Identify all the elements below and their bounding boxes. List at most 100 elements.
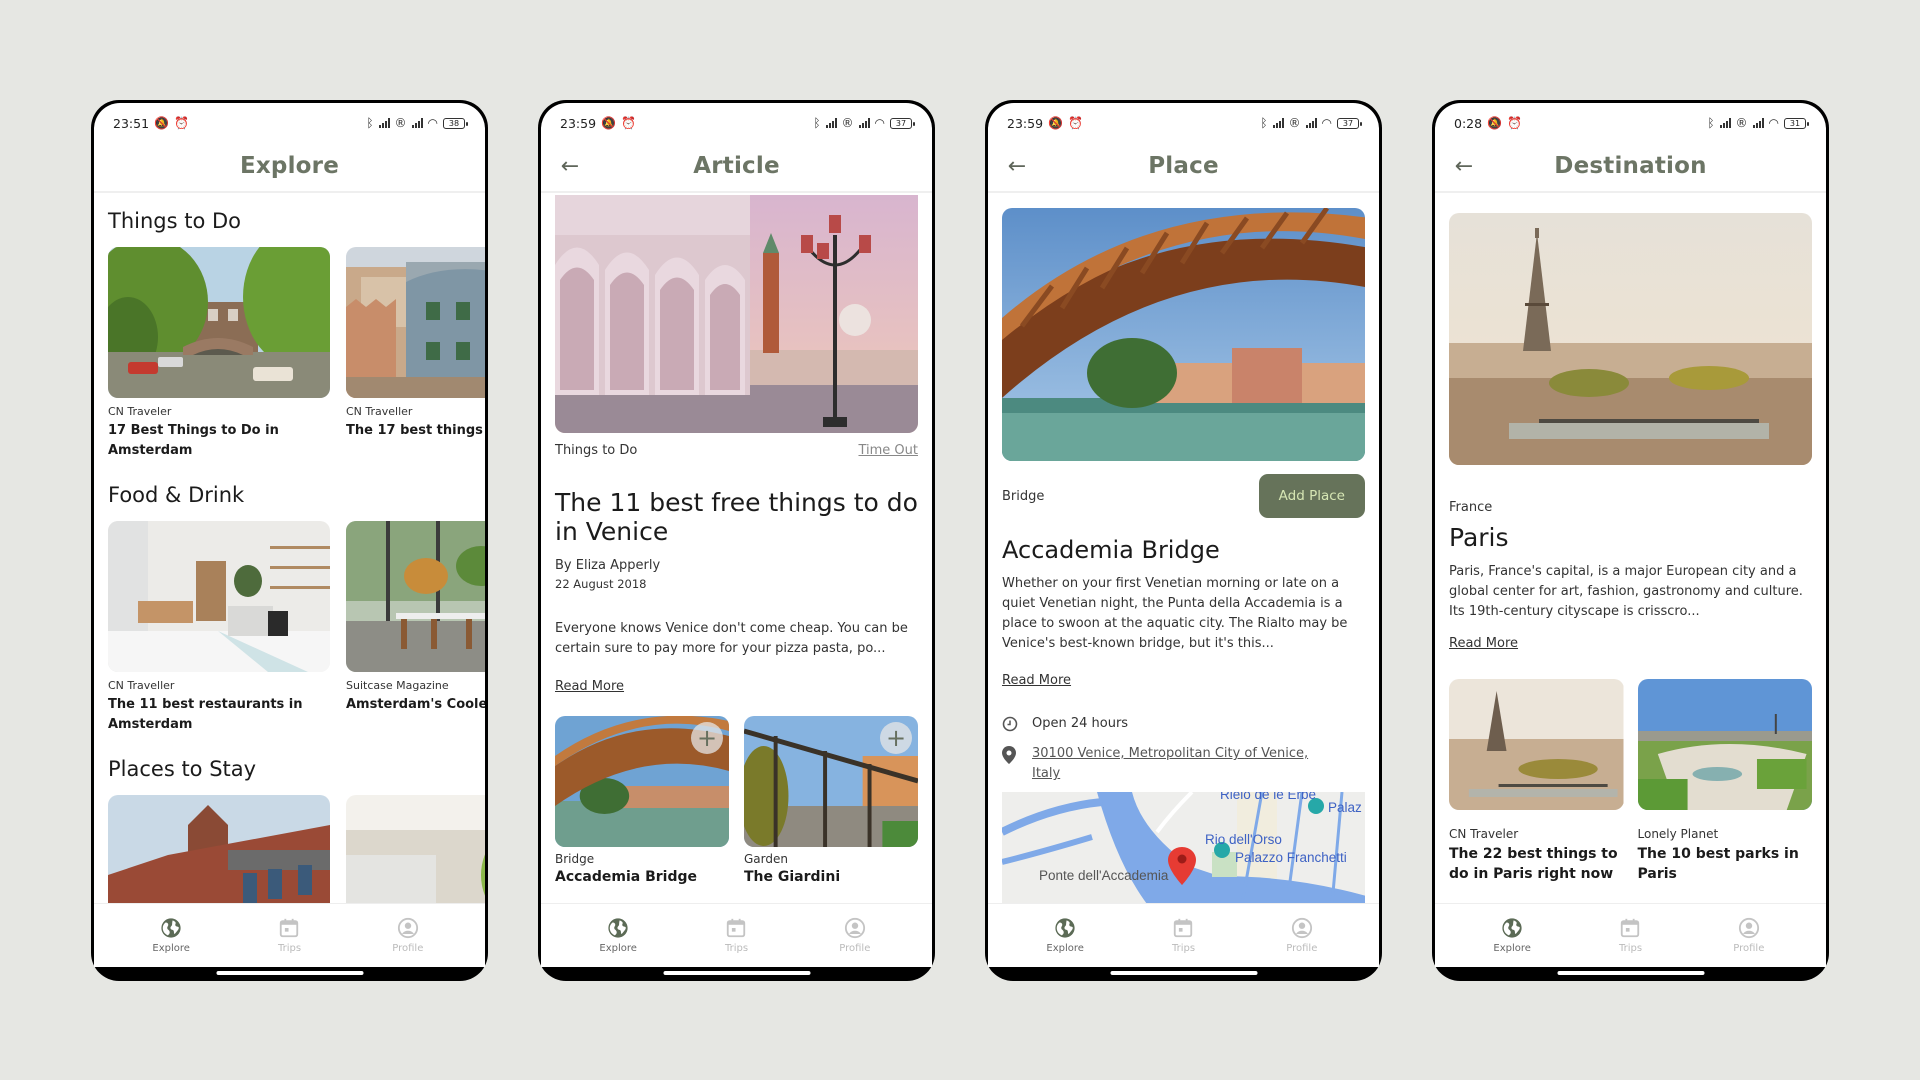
signal-icon xyxy=(1272,118,1284,128)
screen: 23:59 🔕 ⏰ ᛒ ® ◠ 37 ← Article Things to D… xyxy=(541,103,932,967)
signal-icon xyxy=(411,118,423,128)
place-category: Bridge xyxy=(1002,488,1045,504)
add-place-button[interactable]: Add Place xyxy=(1258,474,1365,518)
card-image-barcelona xyxy=(346,247,485,398)
place-meta-row: Bridge Add Place xyxy=(1002,474,1365,518)
place-name: Accademia Bridge xyxy=(555,869,698,885)
home-indicator[interactable] xyxy=(1110,971,1257,975)
destination-description: Paris, France's capital, is a major Euro… xyxy=(1449,564,1803,619)
stay-card[interactable] xyxy=(346,795,485,903)
destination-title: Paris xyxy=(1449,523,1509,552)
destination-country: France xyxy=(1449,500,1493,515)
article-card[interactable]: CN Traveler The 22 best things to do in … xyxy=(1449,679,1624,884)
card-title: The 17 best things to do in Barcelona xyxy=(346,423,485,438)
hero-image-paris xyxy=(1449,213,1812,465)
back-arrow-icon[interactable]: ← xyxy=(1451,153,1477,179)
signal-icon xyxy=(1752,118,1764,128)
location-map[interactable]: Rielo de le Erbe Palaz Rio dell'Orso Pal… xyxy=(1002,792,1365,903)
article-source-link[interactable]: Time Out xyxy=(858,443,918,458)
card-image-amsterdam-canal xyxy=(108,247,330,398)
signal-icon xyxy=(1305,118,1317,128)
nav-item-explore[interactable]: Explore xyxy=(1472,917,1552,954)
article-meta-row: Things to Do Time Out xyxy=(555,443,918,458)
home-indicator[interactable] xyxy=(1557,971,1704,975)
nav-label: Profile xyxy=(839,943,871,954)
map-label: Palazzo Franchetti xyxy=(1235,850,1347,865)
signal-icon xyxy=(825,118,837,128)
battery-icon: 37 xyxy=(890,117,915,129)
screen: 23:59 🔕 ⏰ ᛒ ® ◠ 37 ← Place Bridge Add Pl… xyxy=(988,103,1379,967)
wifi-icon: ◠ xyxy=(1768,116,1779,130)
location-pin-icon xyxy=(1002,744,1032,764)
nav-item-profile[interactable]: Profile xyxy=(368,917,448,954)
phone-article: 23:59 🔕 ⏰ ᛒ ® ◠ 37 ← Article Things to D… xyxy=(538,100,935,981)
article-card[interactable]: CN Traveller The 17 best things to do in… xyxy=(346,247,485,461)
add-place-plus-button[interactable]: + xyxy=(691,722,723,754)
roaming-icon: ® xyxy=(1735,116,1748,130)
card-image-paris-park xyxy=(1637,679,1812,810)
article-card[interactable]: CN Traveler 17 Best Things to Do in Amst… xyxy=(108,247,330,461)
nav-label: Trips xyxy=(724,943,749,954)
article-card[interactable]: CN Traveller The 11 best restaurants in … xyxy=(108,521,330,735)
nav-item-explore[interactable]: Explore xyxy=(131,917,211,954)
nav-item-profile[interactable]: Profile xyxy=(815,917,895,954)
bluetooth-icon: ᛒ xyxy=(813,116,821,130)
address-link[interactable]: 30100 Venice, Metropolitan City of Venic… xyxy=(1032,744,1322,784)
card-carousel[interactable]: CN Traveller The 11 best restaurants in … xyxy=(94,521,485,735)
read-more-link[interactable]: Read More xyxy=(1002,673,1071,688)
article-card[interactable]: Lonely Planet The 10 best parks in Paris xyxy=(1637,679,1812,884)
calendar-icon xyxy=(1619,917,1641,939)
bottom-nav: Explore Trips Profile xyxy=(94,903,485,967)
nav-label: Profile xyxy=(1286,943,1318,954)
nav-item-trips[interactable]: Trips xyxy=(696,917,776,954)
add-place-plus-button[interactable]: + xyxy=(880,722,912,754)
wifi-icon: ◠ xyxy=(874,116,885,130)
read-more-link[interactable]: Read More xyxy=(555,679,624,694)
nav-label: Profile xyxy=(392,943,424,954)
stay-card[interactable] xyxy=(108,795,330,903)
read-more-link[interactable]: Read More xyxy=(1449,636,1518,651)
place-card[interactable]: + Bridge Accademia Bridge xyxy=(555,716,729,885)
nav-item-explore[interactable]: Explore xyxy=(1025,917,1105,954)
nav-item-trips[interactable]: Trips xyxy=(1590,917,1670,954)
nav-item-explore[interactable]: Explore xyxy=(578,917,658,954)
card-title: The 22 best things to do in Paris right … xyxy=(1449,846,1618,882)
home-indicator[interactable] xyxy=(663,971,810,975)
opening-hours: Open 24 hours xyxy=(1032,716,1129,731)
calendar-icon xyxy=(725,917,747,939)
nav-item-trips[interactable]: Trips xyxy=(1143,917,1223,954)
back-arrow-icon[interactable]: ← xyxy=(557,153,583,179)
alarm-icon: ⏰ xyxy=(620,116,636,130)
place-card[interactable]: + Garden The Giardini xyxy=(744,716,918,885)
home-indicator[interactable] xyxy=(216,971,363,975)
nav-item-profile[interactable]: Profile xyxy=(1709,917,1789,954)
article-byline: By Eliza Apperly xyxy=(555,558,661,573)
place-content: Bridge Add Place Accademia Bridge Whethe… xyxy=(988,195,1379,903)
nav-item-profile[interactable]: Profile xyxy=(1262,917,1342,954)
app-header: ← Place xyxy=(988,141,1379,193)
map-label: Ponte dell'Accademia xyxy=(1039,868,1169,883)
card-title: The 11 best restaurants in Amsterdam xyxy=(108,697,303,732)
card-image-eiffel-tower xyxy=(1449,679,1624,810)
place-image-garden: + xyxy=(744,716,918,847)
nav-label: Trips xyxy=(1618,943,1643,954)
hours-row: Open 24 hours xyxy=(1002,714,1365,734)
article-card[interactable]: Suitcase Magazine Amsterdam's Coolest xyxy=(346,521,485,735)
map-label: Rielo de le Erbe xyxy=(1220,792,1317,802)
card-carousel[interactable] xyxy=(94,795,485,903)
card-carousel[interactable]: CN Traveler 17 Best Things to Do in Amst… xyxy=(94,247,485,461)
bottom-nav: Explore Trips Profile xyxy=(541,903,932,967)
status-time: 0:28 xyxy=(1454,115,1483,131)
place-title: Accademia Bridge xyxy=(1002,536,1220,564)
page-title: Explore xyxy=(239,153,340,179)
nav-item-trips[interactable]: Trips xyxy=(249,917,329,954)
bluetooth-icon: ᛒ xyxy=(1260,116,1268,130)
address-row: 30100 Venice, Metropolitan City of Venic… xyxy=(1002,744,1365,784)
hero-image-venice-piazza xyxy=(555,195,918,433)
back-arrow-icon[interactable]: ← xyxy=(1004,153,1030,179)
map-label: Palaz xyxy=(1328,800,1362,815)
alarm-icon: ⏰ xyxy=(173,116,189,130)
destination-articles-grid: CN Traveler The 22 best things to do in … xyxy=(1449,679,1812,884)
status-time: 23:59 xyxy=(1007,115,1044,131)
screen: 0:28 🔕 ⏰ ᛒ ® ◠ 31 ← Destination France P… xyxy=(1435,103,1826,967)
